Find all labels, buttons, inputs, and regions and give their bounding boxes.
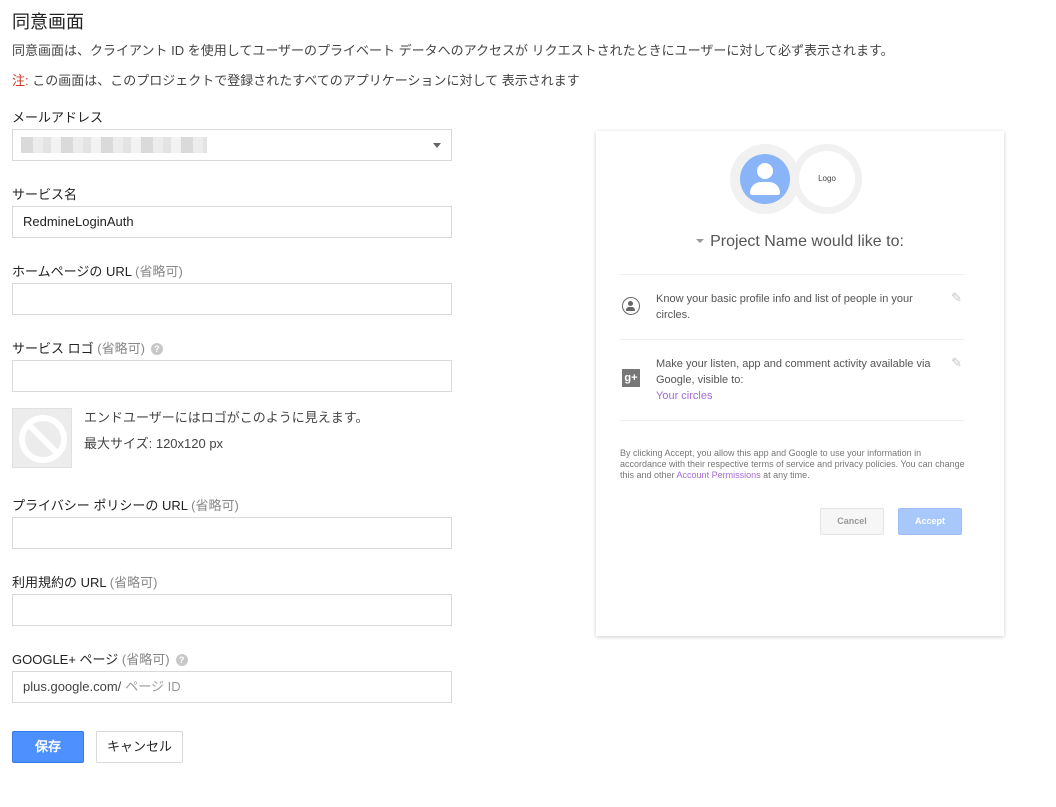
permission-text: Make your listen, app and comment activi… <box>656 358 931 386</box>
divider <box>620 420 964 421</box>
email-select[interactable] <box>12 129 452 161</box>
consent-preview-card: Logo Project Name would like to: Know yo… <box>596 131 1004 636</box>
preview-cancel-button[interactable]: Cancel <box>820 508 884 535</box>
gplus-placeholder: ページ ID <box>125 679 181 694</box>
homepage-label-text: ホームページの URL <box>12 264 132 279</box>
terms-label-text: 利用規約の URL <box>12 575 107 590</box>
your-circles-link[interactable]: Your circles <box>656 390 712 402</box>
account-permissions-link[interactable]: Account Permissions <box>677 470 761 480</box>
page-note: 注: この画面は、このプロジェクトで登録されたすべてのアプリケーションに対して … <box>12 70 580 89</box>
logo-file-input[interactable] <box>12 360 452 392</box>
email-redacted-value <box>21 137 207 153</box>
question-icon[interactable]: ? <box>175 654 188 666</box>
privacy-label-text: プライバシー ポリシーの URL <box>12 498 188 513</box>
avatar-head <box>757 163 773 179</box>
note-text: この画面は、このプロジェクトで登録されたすべてのアプリケーションに対して 表示さ… <box>28 73 580 88</box>
chevron-down-icon <box>433 143 441 148</box>
optional-tag: (省略可) <box>135 264 183 279</box>
google-plus-icon: g+ <box>622 369 640 387</box>
gplus-label-text: GOOGLE+ ページ <box>12 652 119 667</box>
permission-item: Make your listen, app and comment activi… <box>656 356 936 404</box>
email-label: メールアドレス <box>12 110 104 125</box>
pencil-icon[interactable]: ✎ <box>951 290 962 306</box>
logo-label: サービス ロゴ (省略可)? <box>12 338 163 357</box>
preview-accept-button[interactable]: Accept <box>898 508 962 535</box>
profile-body <box>626 307 635 311</box>
privacy-label: プライバシー ポリシーの URL (省略可) <box>12 495 239 514</box>
disclaimer-text: By clicking Accept, you allow this app a… <box>620 448 970 481</box>
logo-placeholder-image <box>12 408 72 468</box>
user-avatar-ring <box>730 144 800 214</box>
app-logo-ring: Logo <box>792 144 862 214</box>
user-avatar-icon <box>740 154 790 204</box>
profile-icon <box>622 297 640 315</box>
triangle-down-icon[interactable] <box>696 239 705 243</box>
optional-tag: (省略可) <box>121 652 170 667</box>
disclaimer-after: at any time. <box>760 470 810 480</box>
homepage-url-input[interactable] <box>12 283 452 315</box>
note-prefix: 注: <box>12 73 29 88</box>
save-button[interactable]: 保存 <box>12 731 84 763</box>
logo-max-size: 最大サイズ: 120x120 px <box>84 436 224 451</box>
cancel-button[interactable]: キャンセル <box>96 731 183 763</box>
avatar-body <box>750 182 780 195</box>
logo-label-text: サービス ロゴ <box>12 341 94 356</box>
permission-text: Know your basic profile info and list of… <box>656 293 913 321</box>
logo-preview-text: エンドユーザーにはロゴがこのように見えます。 <box>84 410 369 425</box>
profile-head <box>628 301 633 306</box>
homepage-label: ホームページの URL (省略可) <box>12 261 183 280</box>
app-logo-placeholder: Logo <box>799 151 855 207</box>
privacy-url-input[interactable] <box>12 517 452 549</box>
page-description: 同意画面は、クライアント ID を使用してユーザーのプライベート データへのアク… <box>12 43 894 58</box>
optional-tag: (省略可) <box>97 341 145 356</box>
service-name-label: サービス名 <box>12 187 78 202</box>
project-name-line: Project Name would like to: <box>596 233 1004 251</box>
gplus-label: GOOGLE+ ページ (省略可)? <box>12 649 188 668</box>
optional-tag: (省略可) <box>109 575 158 590</box>
gplus-prefix: plus.google.com/ <box>23 679 122 694</box>
divider <box>620 274 964 275</box>
terms-label: 利用規約の URL (省略可) <box>12 572 157 591</box>
service-name-input[interactable]: RedmineLoginAuth <box>12 206 452 238</box>
question-icon[interactable]: ? <box>150 343 163 355</box>
divider <box>620 339 964 340</box>
terms-url-input[interactable] <box>12 594 452 626</box>
project-name-text: Project Name would like to: <box>710 233 904 250</box>
pencil-icon[interactable]: ✎ <box>951 355 962 371</box>
optional-tag: (省略可) <box>191 498 239 513</box>
page-title: 同意画面 <box>12 12 84 32</box>
no-image-icon <box>19 415 67 463</box>
gplus-page-input[interactable]: plus.google.com/ページ ID <box>12 671 452 703</box>
